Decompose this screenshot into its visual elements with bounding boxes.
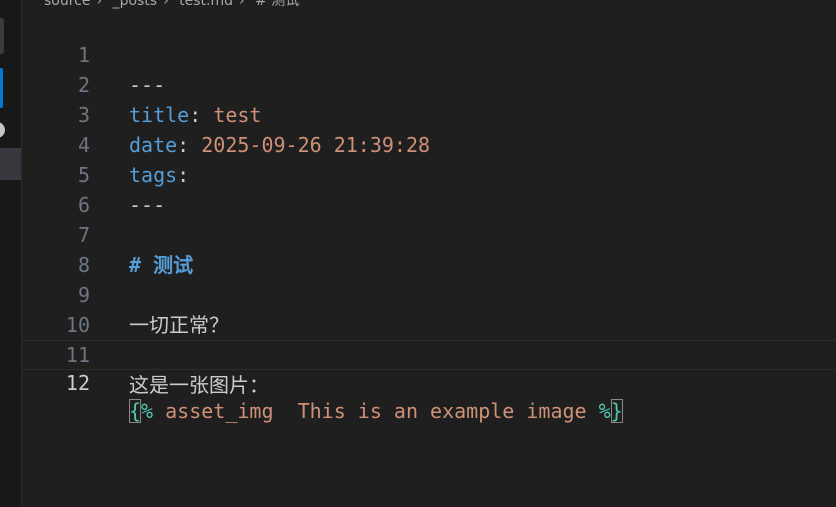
breadcrumb-separator-icon: › xyxy=(96,0,103,9)
code-line[interactable]: 10 xyxy=(22,280,836,337)
source-control-icon[interactable] xyxy=(0,122,5,138)
breadcrumb: source › _posts › test.md › # 测试 xyxy=(44,0,305,9)
code-line[interactable]: 7 # 测试 xyxy=(22,190,836,277)
code-editor[interactable]: 1 --- 2 title: test 3 date: 2025-09-26 2… xyxy=(22,10,836,507)
breadcrumb-item[interactable]: _posts xyxy=(113,0,158,9)
bracket-match-open: { xyxy=(129,399,142,423)
active-view-indicator xyxy=(0,68,3,108)
activity-bar xyxy=(0,0,22,507)
code-line[interactable]: 9 一切正常？ xyxy=(22,250,836,337)
code-line[interactable]: 2 title: test xyxy=(22,40,836,127)
markdown-text: 这是一张图片： xyxy=(129,373,269,397)
template-tag-delimiter: % xyxy=(141,399,154,423)
editor-window: source › _posts › test.md › # 测试 1 --- 2 ti… xyxy=(0,0,836,507)
code-line[interactable]: 1 --- xyxy=(22,10,836,97)
code-line[interactable]: 4 tags: xyxy=(22,100,836,187)
code-line[interactable]: 5 --- xyxy=(22,130,836,217)
template-tag-delimiter: % xyxy=(598,399,611,423)
code-line[interactable]: 11 这是一张图片： xyxy=(22,310,836,397)
code-line[interactable]: 3 date: 2025-09-26 21:39:28 xyxy=(22,70,836,157)
explorer-icon[interactable] xyxy=(0,18,4,54)
bracket-match-close: } xyxy=(610,399,623,423)
breadcrumb-item[interactable]: test.md xyxy=(179,0,233,9)
code-line[interactable]: 6 xyxy=(22,160,836,217)
breadcrumb-separator-icon: › xyxy=(239,0,245,9)
breadcrumb-item[interactable]: source xyxy=(44,0,91,9)
line-number: 12 xyxy=(65,371,90,395)
code-line[interactable]: 8 xyxy=(22,220,836,277)
breadcrumb-item[interactable]: # 测试 xyxy=(255,0,299,9)
selected-activity-item[interactable] xyxy=(0,148,21,180)
template-tag-body: asset_img This is an example image xyxy=(153,399,599,423)
code-line-current[interactable]: 12 {% asset_img This is an example image… xyxy=(22,340,836,423)
breadcrumb-separator-icon: › xyxy=(163,0,169,9)
